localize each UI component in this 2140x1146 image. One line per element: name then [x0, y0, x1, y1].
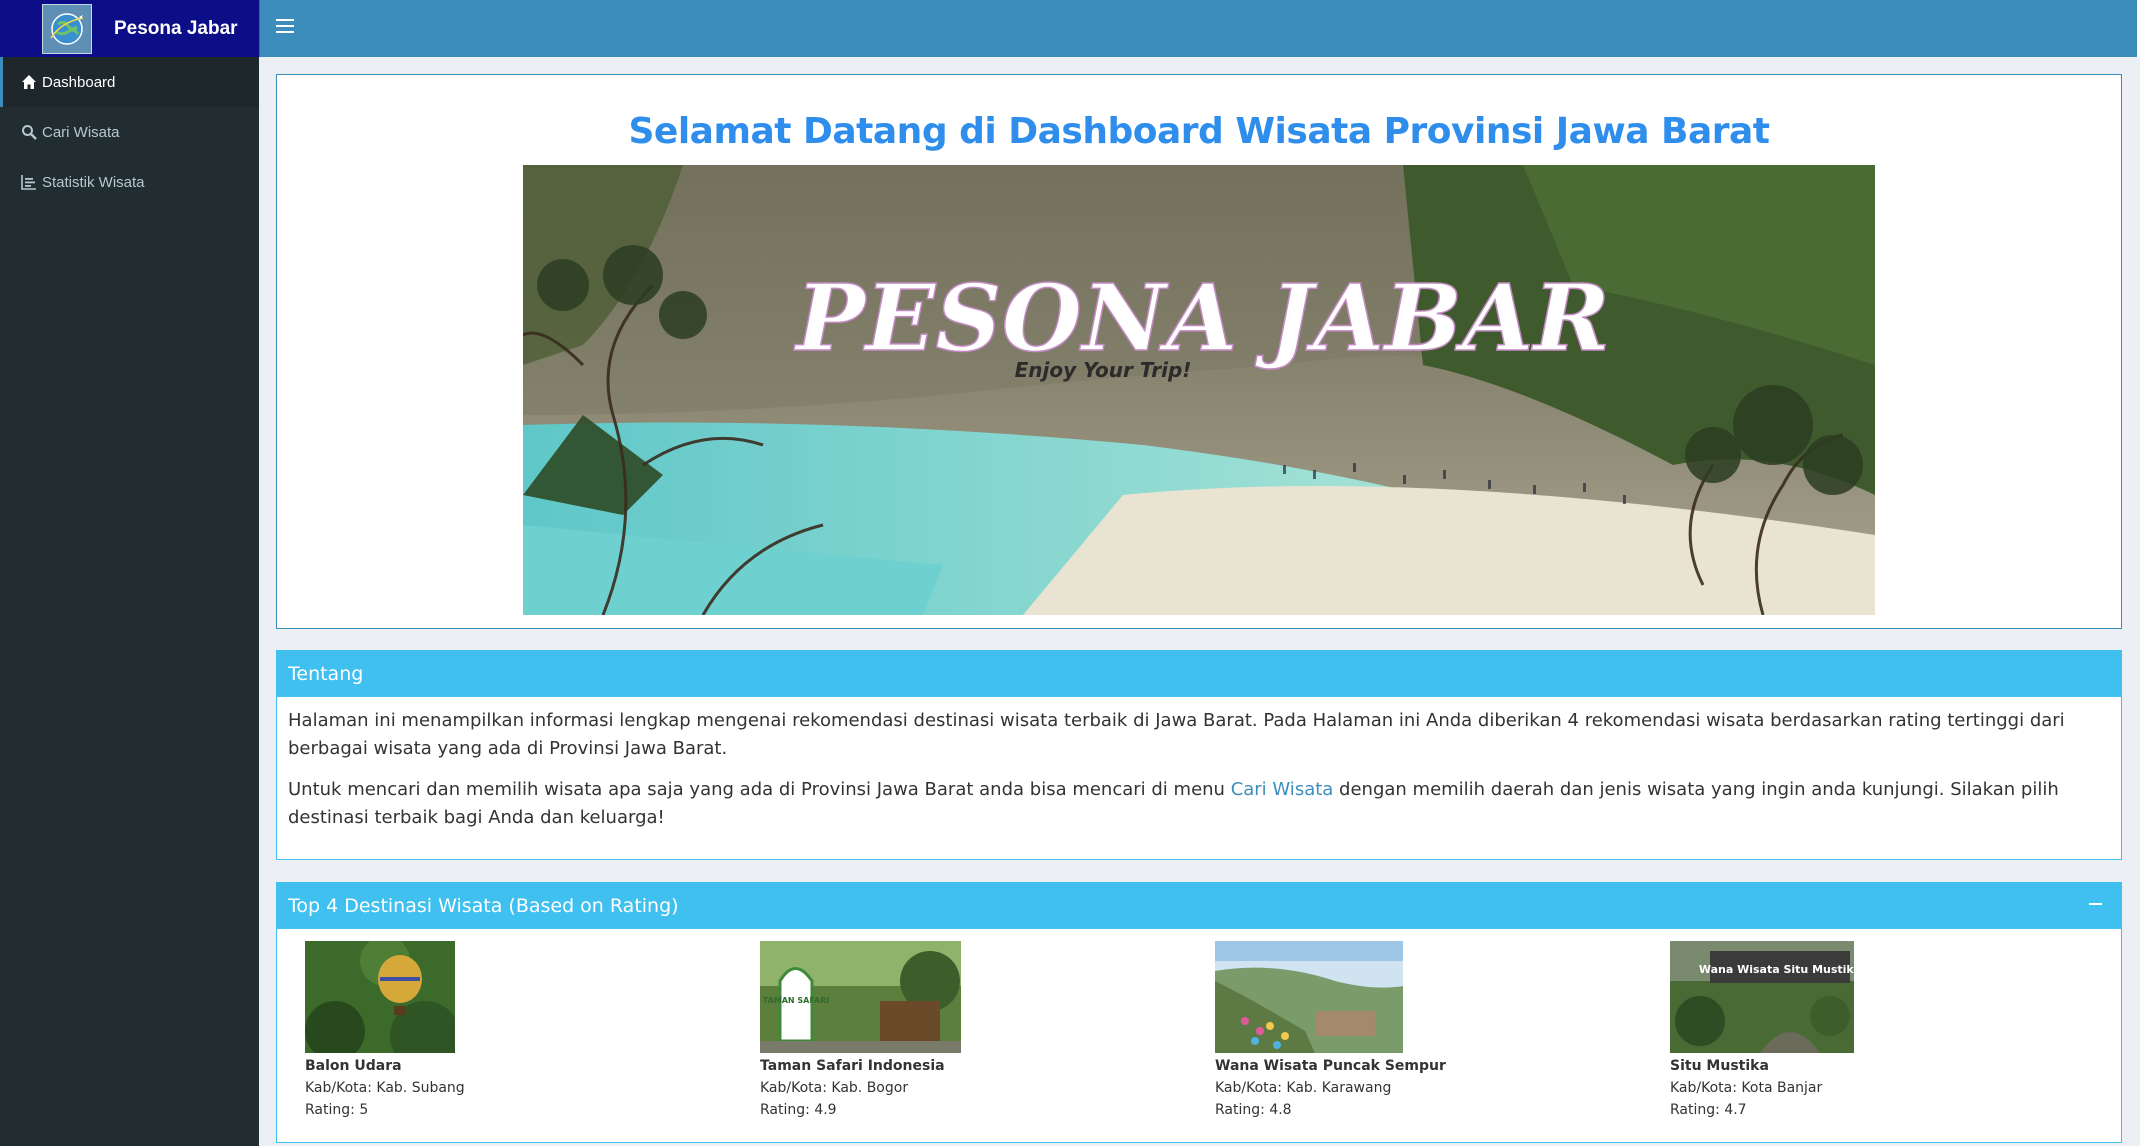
top-box-header: Top 4 Destinasi Wisata (Based on Rating)	[277, 883, 2121, 929]
top-destinations-box: Top 4 Destinasi Wisata (Based on Rating)…	[276, 882, 2122, 1143]
rating-label: Rating:	[1215, 1102, 1265, 1118]
destination-name: Situ Mustika	[1670, 1058, 1769, 1074]
main-content: Selamat Datang di Dashboard Wisata Provi…	[259, 57, 2140, 1146]
rating-value: 4.7	[1724, 1102, 1747, 1118]
destination-kab: Kab/Kota: Kab. Karawang	[1215, 1077, 1615, 1099]
destination-kab: Kab/Kota: Kab. Bogor	[760, 1077, 1160, 1099]
kab-label: Kab/Kota:	[305, 1080, 372, 1096]
destination-thumbnail: Wana Wisata Situ Mustika	[1670, 941, 1854, 1053]
kab-value: Kota Banjar	[1741, 1080, 1823, 1096]
thumb-text: TAMAN SAFARI	[763, 996, 830, 1005]
sidebar-item-cari-wisata[interactable]: Cari Wisata	[0, 107, 259, 157]
minus-icon[interactable]	[2084, 893, 2106, 915]
home-icon	[20, 73, 38, 91]
banner-tagline: Enjoy Your Trip!	[1015, 358, 1192, 382]
destination-card[interactable]: Wana Wisata Situ Mustika Situ Mustika Ka…	[1670, 941, 2070, 1121]
destination-card[interactable]: TAMAN SAFARI Taman Safari Indonesia Kab/…	[760, 941, 1160, 1121]
kab-label: Kab/Kota:	[760, 1080, 827, 1096]
top-navbar	[259, 0, 2140, 57]
about-paragraph-1: Halaman ini menampilkan informasi lengka…	[288, 710, 2065, 759]
destination-rating: Rating: 4.8	[1215, 1099, 1615, 1121]
thumb-text: Wana Wisata Situ Mustika	[1699, 963, 1854, 976]
sidebar-item-dashboard[interactable]: Dashboard	[0, 57, 259, 107]
brand-name: Pesona Jabar	[114, 17, 238, 39]
hamburger-icon[interactable]	[276, 19, 294, 37]
rating-value: 5	[359, 1102, 369, 1118]
rating-label: Rating:	[305, 1102, 355, 1118]
kab-label: Kab/Kota:	[1670, 1080, 1737, 1096]
kab-value: Kab. Karawang	[1286, 1080, 1392, 1096]
about-box-header: Tentang	[277, 651, 2121, 697]
brand-header[interactable]: Pesona Jabar	[0, 0, 259, 57]
destination-rating: Rating: 4.9	[760, 1099, 1160, 1121]
kab-value: Kab. Subang	[376, 1080, 465, 1096]
rating-value: 4.8	[1269, 1102, 1292, 1118]
destination-name: Taman Safari Indonesia	[760, 1058, 945, 1074]
destination-thumbnail	[305, 941, 455, 1053]
globe-travel-icon	[42, 3, 92, 54]
about-title: Tentang	[288, 663, 364, 685]
rating-label: Rating:	[760, 1102, 810, 1118]
destination-rating: Rating: 4.7	[1670, 1099, 2070, 1121]
sidebar-item-statistik-wisata[interactable]: Statistik Wisata	[0, 157, 259, 207]
about-paragraph-2-text: Untuk mencari dan memilih wisata apa saj…	[288, 779, 1231, 800]
about-box: Tentang Halaman ini menampilkan informas…	[276, 650, 2122, 860]
kab-label: Kab/Kota:	[1215, 1080, 1282, 1096]
bar-chart-icon	[20, 173, 38, 191]
destination-name: Wana Wisata Puncak Sempur	[1215, 1058, 1446, 1074]
destination-thumbnail: TAMAN SAFARI	[760, 941, 961, 1053]
cari-wisata-link[interactable]: Cari Wisata	[1231, 779, 1334, 800]
top-title: Top 4 Destinasi Wisata (Based on Rating)	[288, 895, 679, 917]
hero-banner-image: PESONA JABAR Enjoy Your Trip!	[523, 165, 1875, 615]
banner-title: PESONA JABAR	[793, 264, 1610, 372]
sidebar-item-label: Cari Wisata	[42, 123, 120, 141]
destination-kab: Kab/Kota: Kab. Subang	[305, 1077, 705, 1099]
kab-value: Kab. Bogor	[831, 1080, 909, 1096]
welcome-box: Selamat Datang di Dashboard Wisata Provi…	[276, 74, 2122, 629]
destination-card[interactable]: Wana Wisata Puncak Sempur Kab/Kota: Kab.…	[1215, 941, 1615, 1121]
about-paragraph-2: Untuk mencari dan memilih wisata apa saj…	[288, 776, 2110, 832]
destination-rating: Rating: 5	[305, 1099, 705, 1121]
sidebar-item-label: Statistik Wisata	[42, 173, 145, 191]
about-body: Halaman ini menampilkan informasi lengka…	[277, 697, 2121, 855]
sidebar-item-label: Dashboard	[42, 73, 116, 91]
sidebar: Dashboard Cari Wisata Statistik Wisata	[0, 57, 259, 1146]
destination-card[interactable]: Balon Udara Kab/Kota: Kab. Subang Rating…	[305, 941, 705, 1121]
rating-label: Rating:	[1670, 1102, 1720, 1118]
destination-kab: Kab/Kota: Kota Banjar	[1670, 1077, 2070, 1099]
search-icon	[20, 123, 38, 141]
page-title: Selamat Datang di Dashboard Wisata Provi…	[628, 111, 1770, 152]
destination-name: Balon Udara	[305, 1058, 402, 1074]
destination-thumbnail	[1215, 941, 1403, 1053]
rating-value: 4.9	[814, 1102, 837, 1118]
